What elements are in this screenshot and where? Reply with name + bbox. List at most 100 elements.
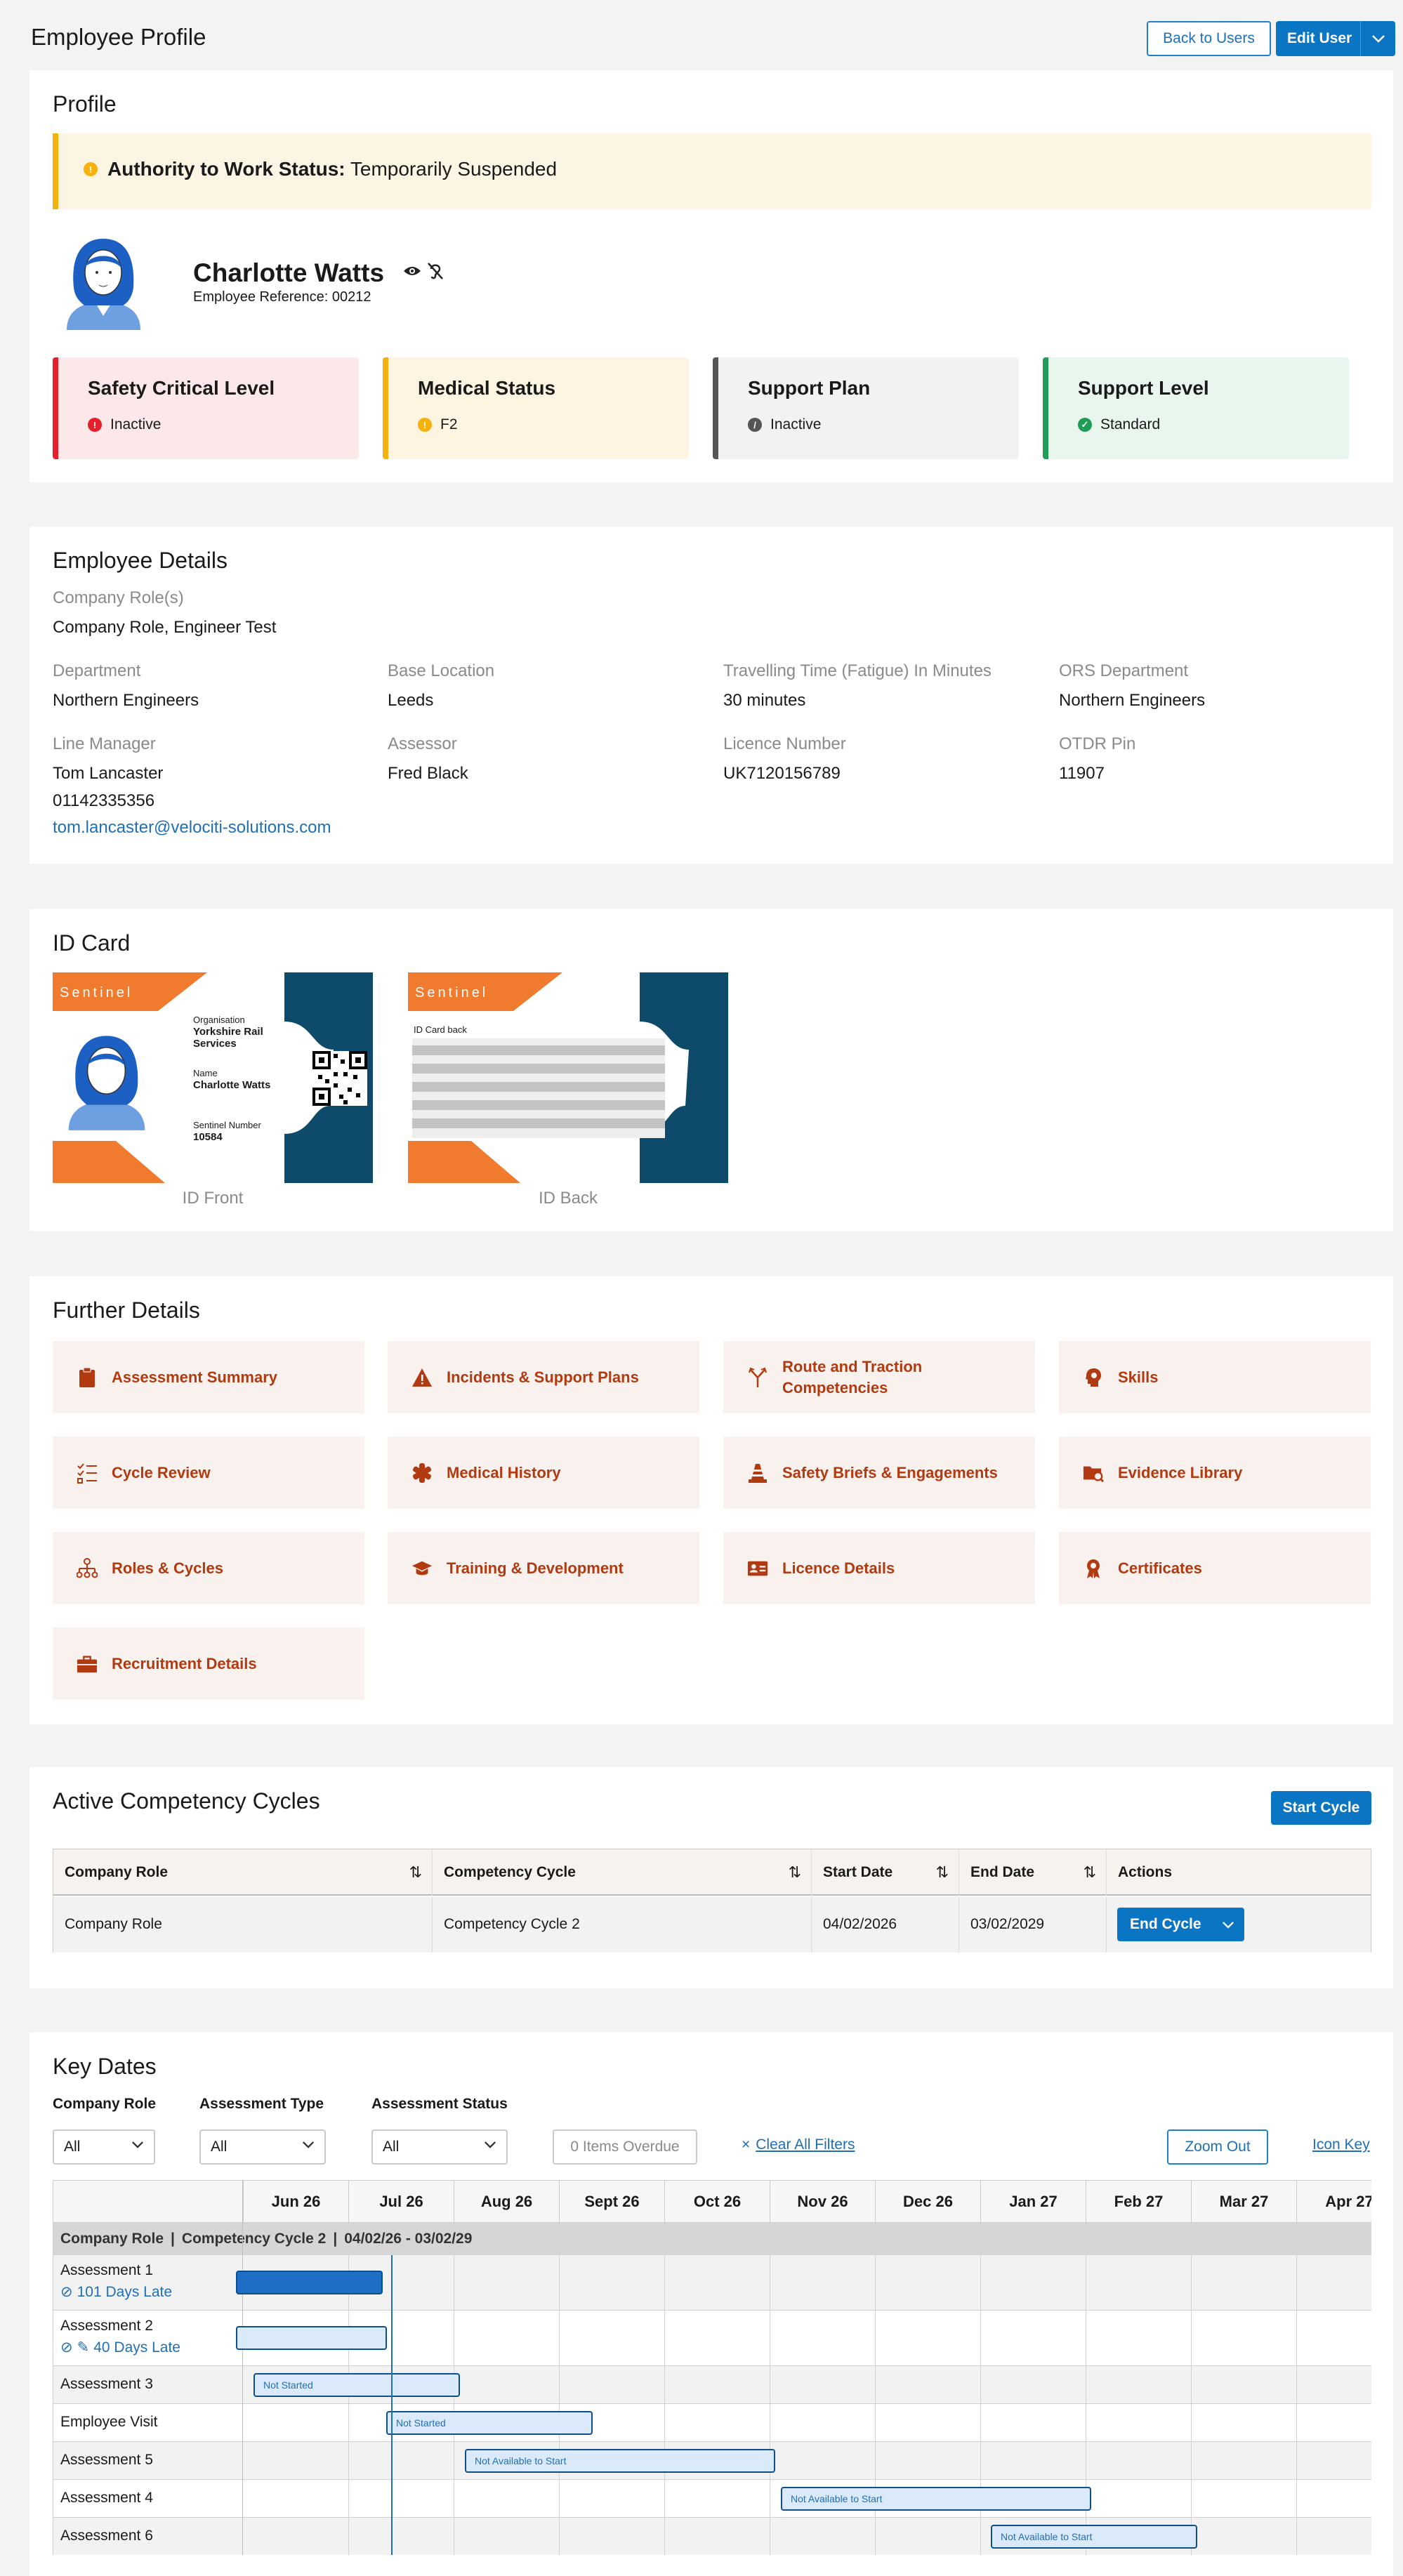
field-label: Assessor: [388, 734, 457, 753]
select-value: All: [383, 2139, 400, 2155]
month-label: Apr 27: [1296, 2181, 1371, 2223]
tile-roles-cycles[interactable]: Roles & Cycles: [53, 1532, 364, 1604]
id-card-back[interactable]: Sentinel ID Card back: [408, 972, 728, 1183]
tile-label: Cycle Review: [112, 1463, 211, 1481]
clear-filters-link[interactable]: × Clear All Filters: [742, 2136, 855, 2153]
column-header-company-role[interactable]: Company Role ⇅: [53, 1849, 433, 1896]
status-card-support-level: Support Level ✓ Standard: [1043, 357, 1349, 459]
hearing-icon[interactable]: [427, 262, 444, 284]
tile-evidence-library[interactable]: Evidence Library: [1059, 1436, 1371, 1509]
icon-key-link[interactable]: Icon Key: [1312, 2136, 1370, 2153]
field-label: Line Manager: [53, 734, 156, 753]
gantt-group-header: Company Role | Competency Cycle 2 | 04/02/…: [53, 2223, 1371, 2255]
cell-start-date: 04/02/2026: [812, 1896, 959, 1953]
tile-label: Licence Details: [782, 1559, 895, 1577]
key-dates-card: Key Dates Company Role All Assessment Ty…: [29, 2033, 1393, 2576]
employee-reference: Employee Reference: 00212: [193, 289, 371, 305]
assessment-status-select[interactable]: All: [371, 2129, 508, 2165]
month-label: Sept 26: [559, 2181, 664, 2223]
column-header-label: Company Role: [65, 1864, 169, 1880]
tile-medical-history[interactable]: Medical History: [388, 1436, 699, 1509]
status-card-title: Safety Critical Level: [88, 377, 275, 399]
gantt-bar[interactable]: Not Started: [253, 2373, 460, 2397]
tile-certificates[interactable]: Certificates: [1059, 1532, 1371, 1604]
filter-label: Company Role: [53, 2096, 157, 2112]
tile-incidents[interactable]: Incidents & Support Plans: [388, 1341, 699, 1413]
tile-route-traction[interactable]: Route and Traction Competencies: [723, 1341, 1035, 1413]
tile-recruitment[interactable]: Recruitment Details: [53, 1627, 364, 1700]
tile-training[interactable]: Training & Development: [388, 1532, 699, 1604]
further-section-title: Further Details: [53, 1297, 200, 1323]
month-label: Feb 27: [1086, 2181, 1191, 2223]
status-card-title: Medical Status: [418, 377, 556, 399]
id-back-caption: ID Back: [538, 1189, 598, 1208]
sort-icon[interactable]: ⇅: [409, 1863, 422, 1882]
tile-assessment-summary[interactable]: Assessment Summary: [53, 1341, 364, 1413]
row-late: ⊘ 101 Days Late: [60, 2283, 172, 2301]
status-card-value: Inactive: [770, 416, 822, 432]
filter-label: Assessment Status: [371, 2096, 508, 2112]
key-dates-section-title: Key Dates: [53, 2054, 157, 2079]
tile-safety-briefs[interactable]: Safety Briefs & Engagements: [723, 1436, 1035, 1509]
column-header-competency-cycle[interactable]: Competency Cycle ⇅: [433, 1849, 812, 1896]
back-to-users-button[interactable]: Back to Users: [1147, 21, 1271, 56]
tile-label: Safety Briefs & Engagements: [782, 1463, 998, 1481]
field-value: Leeds: [388, 691, 434, 710]
column-header-label: Actions: [1118, 1864, 1173, 1880]
month-label: Jul 26: [348, 2181, 454, 2223]
cycles-section-title: Active Competency Cycles: [53, 1788, 320, 1814]
clock-check-icon: ⊘: [60, 2284, 73, 2300]
gantt-bar[interactable]: Not Available to Start: [991, 2525, 1197, 2549]
id-back-brand: Sentinel: [415, 985, 489, 1000]
id-org-value: Yorkshire Rail Services: [193, 1026, 263, 1050]
warning-dot-icon: !: [84, 162, 98, 176]
sort-icon[interactable]: ⇅: [936, 1863, 949, 1882]
gantt-bar[interactable]: [236, 2326, 387, 2350]
gantt-bar[interactable]: Not Started: [386, 2411, 593, 2435]
chevron-down-icon[interactable]: [1212, 1908, 1244, 1941]
column-header-start-date[interactable]: Start Date ⇅: [812, 1849, 959, 1896]
cell-company-role: Company Role: [53, 1896, 433, 1953]
edit-icon: ✎: [77, 2339, 90, 2356]
start-cycle-button[interactable]: Start Cycle: [1271, 1791, 1371, 1825]
tile-label: Incidents & Support Plans: [447, 1368, 639, 1386]
column-header-end-date[interactable]: End Date ⇅: [959, 1849, 1107, 1896]
row-name: Assessment 5: [60, 2452, 153, 2468]
tile-cycle-review[interactable]: Cycle Review: [53, 1436, 364, 1509]
row-name: Assessment 3: [60, 2376, 153, 2392]
manager-email-link[interactable]: tom.lancaster@velociti-solutions.com: [53, 818, 331, 838]
company-role-select[interactable]: All: [53, 2129, 155, 2165]
end-cycle-button[interactable]: End Cycle: [1117, 1908, 1244, 1941]
column-header-label: Competency Cycle: [444, 1864, 576, 1880]
id-badge-icon: [747, 1558, 768, 1579]
company-roles-value: Company Role, Engineer Test: [53, 618, 277, 637]
tile-licence-details[interactable]: Licence Details: [723, 1532, 1035, 1604]
id-number-label: Sentinel Number: [193, 1120, 261, 1130]
edit-user-button[interactable]: Edit User: [1276, 21, 1395, 56]
id-card-front[interactable]: Sentinel Organisation Yorkshire Rail Ser…: [53, 972, 373, 1183]
clear-filters-label: Clear All Filters: [756, 2136, 855, 2153]
group-dates: 04/02/26 - 03/02/29: [344, 2231, 473, 2247]
gantt-bar[interactable]: [236, 2271, 383, 2294]
tile-label: Recruitment Details: [112, 1654, 257, 1672]
gantt-chart: Jun 26 Jul 26 Aug 26 Sept 26 Oct 26 Nov …: [53, 2180, 1371, 2555]
gantt-row: Assessment 4: [53, 2480, 1371, 2518]
chevron-down-icon: [484, 2139, 496, 2152]
eye-icon[interactable]: [403, 264, 421, 282]
gantt-bar[interactable]: Not Available to Start: [781, 2487, 1091, 2511]
tile-skills[interactable]: Skills: [1059, 1341, 1371, 1413]
gantt-bar[interactable]: Not Available to Start: [465, 2449, 775, 2473]
assessment-type-select[interactable]: All: [199, 2129, 326, 2165]
zoom-out-button[interactable]: Zoom Out: [1167, 2129, 1268, 2165]
late-label: 40 Days Late: [93, 2339, 180, 2356]
chevron-down-icon[interactable]: [1360, 21, 1395, 56]
cone-icon: [747, 1462, 768, 1484]
sort-icon[interactable]: ⇅: [1083, 1863, 1096, 1882]
id-org-label: Organisation: [193, 1015, 245, 1025]
clipboard-icon: [77, 1367, 98, 1388]
field-value: 11907: [1059, 764, 1105, 783]
overdue-items-button[interactable]: 0 Items Overdue: [553, 2129, 697, 2165]
id-name-label: Name: [193, 1068, 218, 1078]
qr-code-icon: [312, 1051, 367, 1106]
sort-icon[interactable]: ⇅: [789, 1863, 801, 1882]
